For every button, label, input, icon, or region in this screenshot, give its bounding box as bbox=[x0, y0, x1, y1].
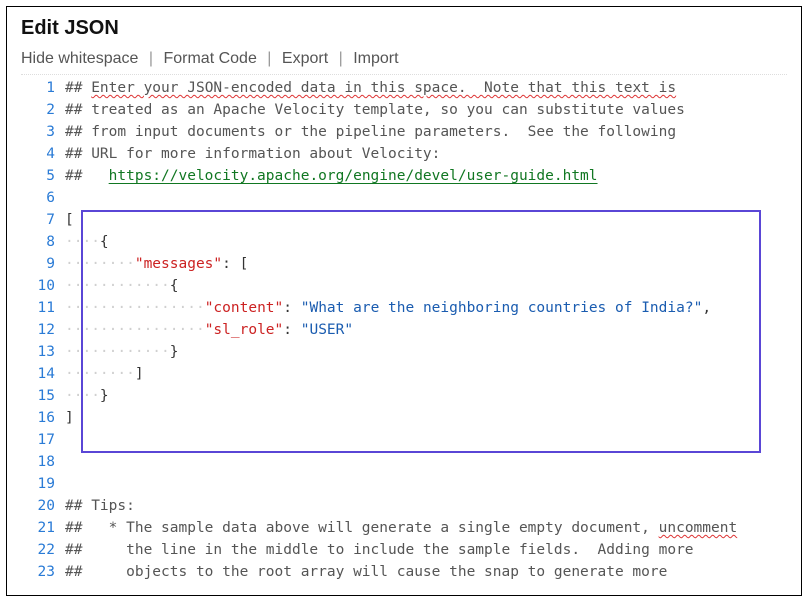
code-editor[interactable]: 1 ## Enter your JSON-encoded data in thi… bbox=[21, 74, 787, 583]
code-line[interactable]: ········"messages": [ bbox=[65, 253, 787, 275]
line-number: 1 bbox=[21, 77, 65, 99]
code-line[interactable]: ## treated as an Apache Velocity templat… bbox=[65, 99, 787, 121]
code-line[interactable]: ················"content": "What are the… bbox=[65, 297, 787, 319]
line-number: 14 bbox=[21, 363, 65, 385]
code-line[interactable]: ## objects to the root array will cause … bbox=[65, 561, 787, 583]
code-line[interactable]: ## URL for more information about Veloci… bbox=[65, 143, 787, 165]
line-number: 18 bbox=[21, 451, 65, 473]
line-number: 6 bbox=[21, 187, 65, 209]
code-line[interactable]: ## the line in the middle to include the… bbox=[65, 539, 787, 561]
format-code-action[interactable]: Format Code bbox=[163, 50, 256, 67]
line-number: 11 bbox=[21, 297, 65, 319]
code-line[interactable]: ················"sl_role": "USER" bbox=[65, 319, 787, 341]
code-line[interactable]: ## * The sample data above will generate… bbox=[65, 517, 787, 539]
line-number: 17 bbox=[21, 429, 65, 451]
line-number: 3 bbox=[21, 121, 65, 143]
toolbar-sep: | bbox=[149, 50, 153, 67]
code-line[interactable]: ····{ bbox=[65, 231, 787, 253]
line-number: 8 bbox=[21, 231, 65, 253]
code-line[interactable]: ## from input documents or the pipeline … bbox=[65, 121, 787, 143]
line-number: 19 bbox=[21, 473, 65, 495]
line-number: 12 bbox=[21, 319, 65, 341]
code-line[interactable]: ············{ bbox=[65, 275, 787, 297]
editor-toolbar: Hide whitespace | Format Code | Export |… bbox=[21, 50, 787, 68]
line-number: 22 bbox=[21, 539, 65, 561]
export-action[interactable]: Export bbox=[282, 50, 328, 67]
code-line[interactable]: ## Enter your JSON-encoded data in this … bbox=[65, 77, 787, 99]
line-number: 21 bbox=[21, 517, 65, 539]
line-number: 4 bbox=[21, 143, 65, 165]
import-action[interactable]: Import bbox=[353, 50, 398, 67]
code-line[interactable]: ] bbox=[65, 407, 787, 429]
line-number: 23 bbox=[21, 561, 65, 583]
line-number: 20 bbox=[21, 495, 65, 517]
code-line[interactable]: [ bbox=[65, 209, 787, 231]
line-number: 10 bbox=[21, 275, 65, 297]
code-line[interactable]: ## https://velocity.apache.org/engine/de… bbox=[65, 165, 787, 187]
line-number: 13 bbox=[21, 341, 65, 363]
line-number: 5 bbox=[21, 165, 65, 187]
code-line[interactable]: ····} bbox=[65, 385, 787, 407]
velocity-doc-link[interactable]: https://velocity.apache.org/engine/devel… bbox=[109, 168, 598, 184]
editor-panel: Edit JSON Hide whitespace | Format Code … bbox=[6, 6, 802, 596]
code-line[interactable]: ············} bbox=[65, 341, 787, 363]
toolbar-sep: | bbox=[267, 50, 271, 67]
code-line[interactable]: ## Tips: bbox=[65, 495, 787, 517]
hide-whitespace-action[interactable]: Hide whitespace bbox=[21, 50, 138, 67]
line-number: 2 bbox=[21, 99, 65, 121]
line-number: 9 bbox=[21, 253, 65, 275]
toolbar-sep: | bbox=[339, 50, 343, 67]
panel-title: Edit JSON bbox=[21, 17, 787, 40]
code-line[interactable]: ········] bbox=[65, 363, 787, 385]
line-number: 16 bbox=[21, 407, 65, 429]
line-number: 15 bbox=[21, 385, 65, 407]
line-number: 7 bbox=[21, 209, 65, 231]
